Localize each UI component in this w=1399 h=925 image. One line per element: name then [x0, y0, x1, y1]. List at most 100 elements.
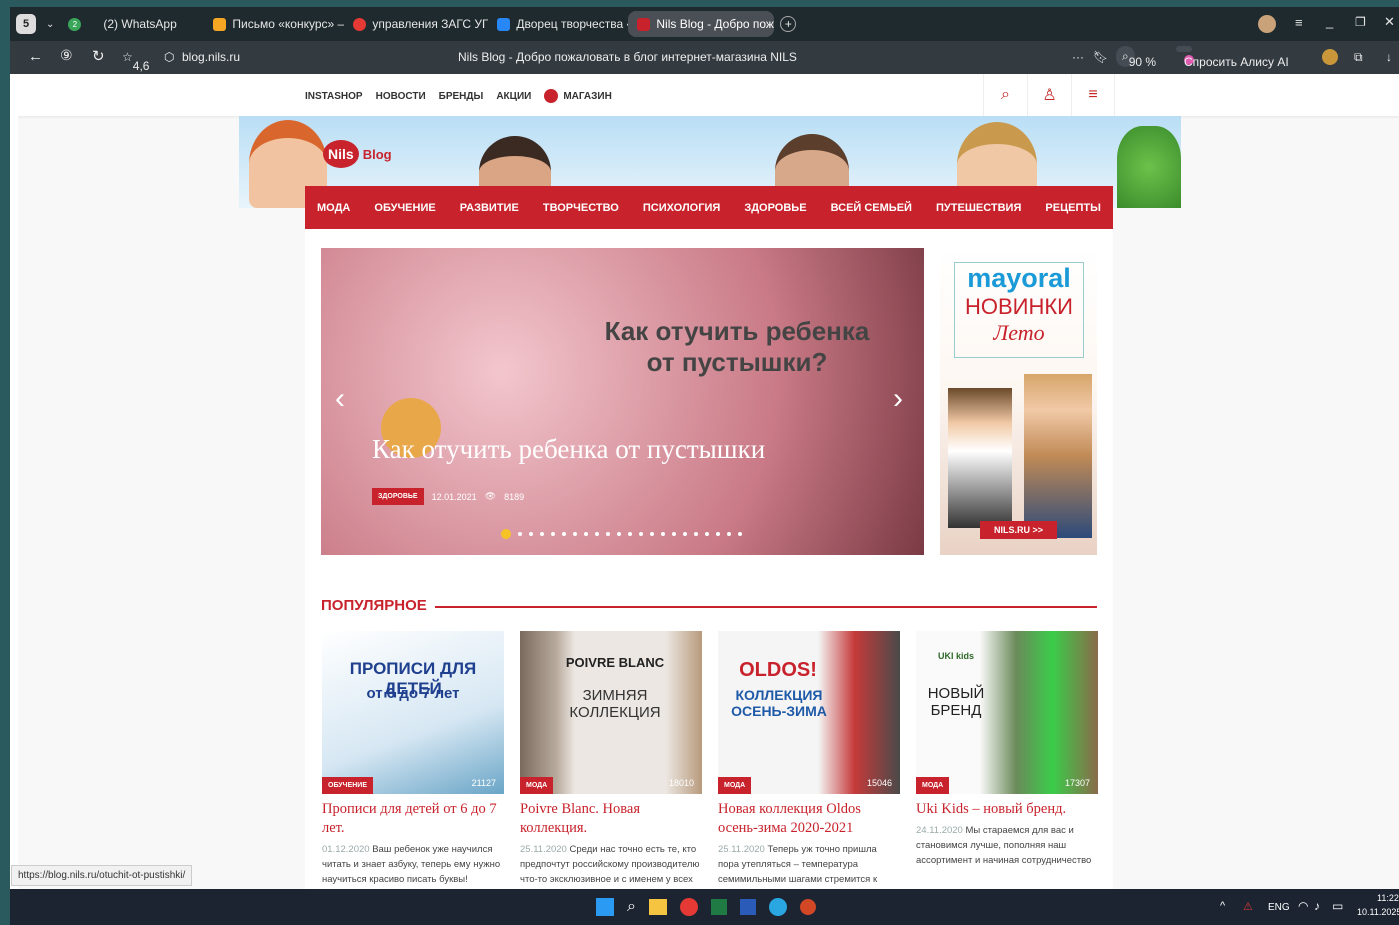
word-icon[interactable]	[739, 899, 756, 915]
category-item[interactable]: РЕЦЕПТЫ	[1045, 202, 1100, 214]
tab-vk[interactable]: Дворец творчества «На	[488, 11, 628, 37]
card-badge[interactable]: МОДА	[718, 777, 752, 794]
powerpoint-icon[interactable]	[799, 899, 816, 915]
article-card[interactable]: OLDOS! КОЛЛЕКЦИЯ ОСЕНЬ-ЗИМА МОДА 15046 Н…	[718, 631, 900, 887]
slider-dot[interactable]	[562, 532, 566, 536]
slider-dot[interactable]	[573, 532, 577, 536]
bookmark-icon[interactable]: 🔖︎	[1093, 50, 1108, 64]
tab-zags[interactable]: управления ЗАГС УГО —	[344, 11, 488, 37]
search-icon[interactable]: ⌕	[983, 74, 1027, 116]
user-icon[interactable]: ♙	[1027, 74, 1071, 116]
chevron-up-icon[interactable]: ^	[1220, 900, 1225, 912]
reload-icon[interactable]: ↻	[92, 47, 105, 65]
minimize-icon[interactable]: _	[1326, 14, 1333, 29]
article-card[interactable]: ПРОПИСИ ДЛЯ ДЕТЕЙ от 6 до 7 лет ОБУЧЕНИЕ…	[322, 631, 504, 887]
slider-dot[interactable]	[606, 532, 610, 536]
category-item[interactable]: ВСЕЙ СЕМЬЕЙ	[831, 202, 912, 214]
category-item[interactable]: ПСИХОЛОГИЯ	[643, 202, 720, 214]
slide-badge[interactable]: ЗДОРОВЬЕ	[372, 488, 424, 505]
card-image[interactable]: ПРОПИСИ ДЛЯ ДЕТЕЙ от 6 до 7 лет ОБУЧЕНИЕ…	[322, 631, 504, 794]
article-card[interactable]: UKI kids НОВЫЙ БРЕНД МОДА 17307 Uki Kids…	[916, 631, 1098, 868]
yandex-browser-icon[interactable]	[679, 898, 698, 916]
card-badge[interactable]: МОДА	[520, 777, 554, 794]
slide-title[interactable]: Как отучить ребенка от пустышки	[372, 434, 765, 465]
mayoral-ad[interactable]: mayoral НОВИНКИ Лето NILS.RU >>	[940, 248, 1097, 555]
tab-count-badge[interactable]: 5	[16, 14, 36, 34]
category-item[interactable]: МОДА	[317, 202, 350, 214]
clock-date[interactable]: 10.11.2025	[1357, 907, 1399, 917]
category-item[interactable]: ЗДОРОВЬЕ	[744, 202, 806, 214]
category-item[interactable]: ТВОРЧЕСТВО	[543, 202, 619, 214]
slider-next-icon[interactable]: ›	[893, 382, 903, 416]
nav-brands[interactable]: БРЕНДЫ	[439, 91, 484, 102]
category-item[interactable]: ПУТЕШЕСТВИЯ	[936, 202, 1021, 214]
slider-dot[interactable]	[716, 532, 720, 536]
clock-time[interactable]: 11:22	[1377, 893, 1399, 903]
new-tab-icon[interactable]: +	[780, 16, 797, 32]
zoom-indicator[interactable]: ⌕ 90 %	[1116, 46, 1156, 69]
tab-whatsapp[interactable]: (2) WhatsApp	[94, 11, 204, 37]
slider-dot[interactable]	[501, 529, 511, 539]
article-card[interactable]: POIVRE BLANC ЗИМНЯЯ КОЛЛЕКЦИЯ МОДА 18010…	[520, 631, 702, 887]
slider-dot[interactable]	[529, 532, 533, 536]
telegram-icon[interactable]	[768, 898, 787, 916]
excel-icon[interactable]	[710, 899, 727, 915]
windows-start-icon[interactable]	[596, 898, 614, 916]
language-indicator[interactable]: ENG	[1268, 902, 1290, 913]
tab-pinned[interactable]: 2	[64, 11, 94, 37]
slider-dot[interactable]	[518, 532, 522, 536]
slider-dot[interactable]	[738, 532, 742, 536]
network-warning-icon[interactable]: ⚠	[1243, 900, 1253, 913]
card-title[interactable]: Новая коллекция Oldos осень-зима 2020-20…	[718, 800, 900, 838]
chevron-down-icon[interactable]: ⌄	[46, 19, 54, 30]
extension-icon[interactable]	[1322, 49, 1338, 65]
slider-dot[interactable]	[683, 532, 687, 536]
nav-promos[interactable]: АКЦИИ	[496, 91, 531, 102]
slider-dot[interactable]	[672, 532, 676, 536]
nav-instashop[interactable]: INSTASHOP	[305, 91, 363, 102]
slider-dot[interactable]	[628, 532, 632, 536]
slider-dot[interactable]	[705, 532, 709, 536]
slider-dot[interactable]	[639, 532, 643, 536]
avatar[interactable]	[1258, 15, 1276, 33]
featured-slider[interactable]: Как отучить ребенка от пустышки? Как оту…	[321, 248, 924, 555]
site-logo[interactable]: Nils Blog	[323, 140, 392, 168]
window-close-icon[interactable]: ✕	[1384, 14, 1395, 30]
card-image[interactable]: UKI kids НОВЫЙ БРЕНД МОДА 17307	[916, 631, 1098, 794]
battery-icon[interactable]: ▭	[1332, 899, 1343, 913]
card-title[interactable]: Uki Kids – новый бренд.	[916, 800, 1098, 819]
slider-dot[interactable]	[727, 532, 731, 536]
slider-dot[interactable]	[551, 532, 555, 536]
tab-nils-blog[interactable]: Nils Blog - Добро пожа ×	[628, 11, 775, 37]
file-explorer-icon[interactable]	[648, 899, 667, 915]
slider-dot[interactable]	[650, 532, 654, 536]
slider-dot[interactable]	[584, 532, 588, 536]
category-item[interactable]: РАЗВИТИЕ	[460, 202, 519, 214]
rating-badge[interactable]: ☆ 4,6	[122, 50, 149, 73]
slider-prev-icon[interactable]: ‹	[335, 382, 345, 416]
card-badge[interactable]: ОБУЧЕНИЕ	[322, 777, 373, 794]
volume-icon[interactable]: ♪	[1314, 899, 1320, 913]
nav-news[interactable]: НОВОСТИ	[376, 91, 426, 102]
slider-dot[interactable]	[694, 532, 698, 536]
card-image[interactable]: OLDOS! КОЛЛЕКЦИЯ ОСЕНЬ-ЗИМА МОДА 15046	[718, 631, 900, 794]
back-icon[interactable]: ←	[28, 48, 43, 65]
nav-shop[interactable]: МАГАЗИН	[544, 89, 612, 103]
ad-cta-button[interactable]: NILS.RU >>	[980, 521, 1058, 539]
slider-dot[interactable]	[661, 532, 665, 536]
tab-mail[interactable]: Письмо «конкурс» — Ма	[204, 11, 344, 37]
search-icon[interactable]: ⌕	[627, 898, 636, 916]
more-icon[interactable]: ···	[1072, 50, 1084, 64]
slider-dot[interactable]	[540, 532, 544, 536]
card-badge[interactable]: МОДА	[916, 777, 950, 794]
url-field[interactable]: blog.nils.ru	[182, 50, 240, 64]
menu-icon[interactable]: ≡	[1295, 15, 1303, 30]
download-icon[interactable]: ↓	[1386, 50, 1392, 64]
restore-icon[interactable]: ❐	[1355, 15, 1366, 29]
card-image[interactable]: POIVRE BLANC ЗИМНЯЯ КОЛЛЕКЦИЯ МОДА 18010	[520, 631, 702, 794]
slider-dot[interactable]	[595, 532, 599, 536]
wifi-icon[interactable]: ◠	[1298, 899, 1308, 913]
yandex-shield-icon[interactable]: ⑨	[60, 47, 73, 64]
ask-alice-button[interactable]: Спросить Алису AI	[1176, 46, 1289, 69]
card-title[interactable]: Прописи для детей от 6 до 7 лет.	[322, 800, 504, 838]
